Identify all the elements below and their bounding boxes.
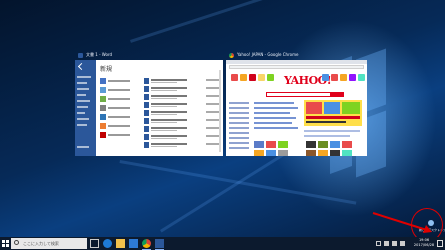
network-icon[interactable] (384, 241, 389, 246)
sidebar-item[interactable] (77, 88, 89, 90)
word-window-title-text: 文書 1 - Word (86, 52, 113, 57)
annotation-circle (411, 208, 443, 237)
word-heading: 新規 (100, 66, 113, 73)
yahoo-service-icon[interactable] (267, 74, 274, 81)
clock[interactable]: 19:06 2017/06/28 (413, 238, 435, 248)
yahoo-service-icon[interactable] (258, 74, 265, 81)
light-ray (130, 0, 360, 43)
task-view-icon[interactable] (90, 239, 99, 248)
chrome-page: YAHOO! (226, 60, 367, 156)
yahoo-service-icon[interactable] (322, 74, 329, 81)
sidebar-item[interactable] (77, 124, 87, 126)
template-item[interactable] (100, 114, 136, 120)
search-placeholder: ここに入力して検索 (23, 241, 59, 246)
recent-document[interactable] (144, 142, 220, 149)
template-item[interactable] (100, 78, 136, 84)
template-item[interactable] (100, 132, 136, 138)
back-arrow-icon[interactable] (77, 62, 86, 71)
ime-icon[interactable] (400, 241, 405, 246)
word-icon[interactable] (155, 239, 164, 248)
template-item[interactable] (100, 123, 136, 129)
template-item[interactable] (100, 105, 136, 111)
sidebar-item[interactable] (77, 94, 86, 96)
chrome-window-thumbnail[interactable]: Yahoo! JAPAN - Google Chrome YAHOO! (226, 50, 367, 156)
word-start-screen: 新規 (75, 60, 223, 156)
recent-document[interactable] (144, 126, 220, 133)
yahoo-ad-banner[interactable] (304, 100, 362, 126)
word-window-title: 文書 1 - Word (75, 50, 223, 60)
template-item[interactable] (100, 87, 136, 93)
chrome-icon (229, 53, 234, 58)
action-center-icon[interactable] (437, 240, 443, 247)
yahoo-left-menu (229, 102, 249, 152)
yahoo-search-input[interactable] (266, 92, 338, 97)
recent-document[interactable] (144, 78, 220, 85)
clock-date: 2017/06/28 (413, 243, 435, 247)
word-window-thumbnail[interactable]: 文書 1 - Word 新規 (75, 50, 223, 156)
start-icon[interactable] (2, 240, 9, 247)
yahoo-service-icon[interactable] (349, 74, 356, 81)
yahoo-link[interactable] (304, 130, 360, 132)
word-sidebar (75, 60, 96, 156)
scrollbar[interactable] (219, 70, 221, 152)
word-main-panel: 新規 (96, 60, 223, 156)
sidebar-item[interactable] (77, 76, 91, 78)
yahoo-news-list (254, 102, 300, 132)
yahoo-service-icon[interactable] (249, 74, 256, 81)
taskbar: ここに入力して検索 19:06 2017/06/28 (0, 237, 445, 250)
desktop-background: 文書 1 - Word 新規 Yahoo! JAPAN - Google Chr… (0, 0, 445, 237)
template-item[interactable] (100, 96, 136, 102)
volume-icon[interactable] (392, 241, 397, 246)
search-icon (14, 240, 19, 245)
chrome-icon[interactable] (142, 239, 151, 248)
word-icon (78, 53, 83, 58)
yahoo-service-icon[interactable] (358, 74, 365, 81)
address-bar[interactable] (229, 65, 364, 69)
system-tray-up-icon[interactable] (376, 241, 381, 246)
yahoo-service-icon[interactable] (340, 74, 347, 81)
file-explorer-icon[interactable] (116, 239, 125, 248)
recent-document[interactable] (144, 94, 220, 101)
yahoo-service-icon[interactable] (240, 74, 247, 81)
sidebar-item[interactable] (77, 146, 89, 148)
edge-icon[interactable] (103, 239, 112, 248)
recent-document[interactable] (144, 110, 220, 117)
chrome-window-title: Yahoo! JAPAN - Google Chrome (226, 50, 367, 60)
sidebar-item[interactable] (77, 112, 85, 114)
sidebar-item[interactable] (77, 82, 87, 84)
chrome-window-title-text: Yahoo! JAPAN - Google Chrome (237, 52, 299, 57)
yahoo-service-icon[interactable] (231, 74, 238, 81)
chrome-tab-bar (226, 60, 367, 64)
taskbar-search-box[interactable]: ここに入力して検索 (11, 238, 87, 249)
sidebar-item[interactable] (77, 100, 90, 102)
sidebar-item[interactable] (77, 106, 88, 108)
yahoo-service-icon[interactable] (331, 74, 338, 81)
recent-document[interactable] (144, 86, 220, 93)
recent-document[interactable] (144, 102, 220, 109)
recent-document[interactable] (144, 134, 220, 141)
recent-document[interactable] (144, 118, 220, 125)
store-icon[interactable] (129, 239, 138, 248)
yahoo-search-button[interactable] (330, 92, 344, 97)
yahoo-link[interactable] (304, 135, 350, 137)
sidebar-item[interactable] (77, 118, 89, 120)
